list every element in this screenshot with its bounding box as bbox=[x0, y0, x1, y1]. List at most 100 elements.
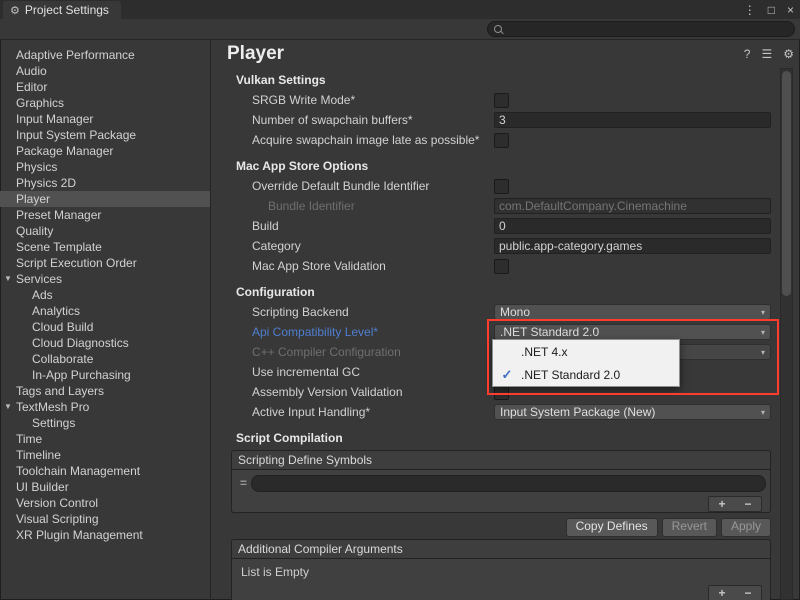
field-label: Scripting Backend bbox=[252, 305, 494, 319]
row-acquire-swapchain-late: Acquire swapchain image late as possible… bbox=[211, 130, 800, 150]
sidebar-item-package-manager[interactable]: Package Manager bbox=[0, 143, 210, 159]
field-label: Category bbox=[252, 239, 494, 253]
sidebar-item-label: Player bbox=[16, 192, 50, 206]
sidebar-item-input-manager[interactable]: Input Manager bbox=[0, 111, 210, 127]
row-bundle-identifier: Bundle Identifier bbox=[211, 196, 800, 216]
window-controls: ⋮ □ × bbox=[744, 0, 794, 19]
field-label: Assembly Version Validation bbox=[252, 385, 494, 399]
copy-defines-button[interactable]: Copy Defines bbox=[566, 518, 658, 537]
sidebar-item-time[interactable]: Time bbox=[0, 431, 210, 447]
sidebar-item-quality[interactable]: Quality bbox=[0, 223, 210, 239]
remove-icon[interactable]: − bbox=[744, 498, 751, 510]
window-tab-strip: ⚙ Project Settings ⋮ □ × bbox=[0, 0, 800, 19]
sidebar-item-version-control[interactable]: Version Control bbox=[0, 495, 210, 511]
row-build: Build bbox=[211, 216, 800, 236]
sidebar-item-ads[interactable]: Ads bbox=[0, 287, 210, 303]
define-symbol-input[interactable] bbox=[251, 475, 766, 492]
sidebar-item-label: Analytics bbox=[32, 304, 80, 318]
sidebar-item-timeline[interactable]: Timeline bbox=[0, 447, 210, 463]
remove-icon[interactable]: − bbox=[744, 587, 751, 599]
sidebar-item-tags-and-layers[interactable]: Tags and Layers bbox=[0, 383, 210, 399]
sidebar-item-in-app-purchasing[interactable]: In-App Purchasing bbox=[0, 367, 210, 383]
drag-handle-icon[interactable]: = bbox=[236, 476, 251, 490]
sidebar-item-graphics[interactable]: Graphics bbox=[0, 95, 210, 111]
sidebar-item-label: Input System Package bbox=[16, 128, 136, 142]
sidebar-item-label: Cloud Build bbox=[32, 320, 93, 334]
sidebar-item-preset-manager[interactable]: Preset Manager bbox=[0, 207, 210, 223]
sidebar-item-analytics[interactable]: Analytics bbox=[0, 303, 210, 319]
revert-button: Revert bbox=[662, 518, 717, 537]
mac-app-store-validation-checkbox[interactable] bbox=[494, 259, 509, 274]
sidebar-item-visual-scripting[interactable]: Visual Scripting bbox=[0, 511, 210, 527]
settings-gear-icon[interactable]: ⚙ bbox=[783, 47, 794, 61]
sidebar-item-ui-builder[interactable]: UI Builder bbox=[0, 479, 210, 495]
popup-option-net-standard-20[interactable]: ✓ .NET Standard 2.0 bbox=[493, 363, 679, 386]
presets-icon[interactable]: ☰ bbox=[761, 47, 772, 61]
bundle-identifier-input bbox=[494, 198, 771, 214]
api-compatibility-dropdown[interactable]: .NET Standard 2.0 ▾ bbox=[494, 324, 771, 340]
additional-compiler-arguments-list: Additional Compiler Arguments List is Em… bbox=[231, 539, 771, 600]
field-label: SRGB Write Mode* bbox=[252, 93, 494, 107]
popup-option-net-4x[interactable]: .NET 4.x bbox=[493, 340, 679, 363]
dropdown-value: Input System Package (New) bbox=[500, 405, 655, 419]
search-box[interactable] bbox=[487, 21, 795, 37]
sidebar-item-xr-plugin-management[interactable]: XR Plugin Management bbox=[0, 527, 210, 543]
sidebar-item-label: Script Execution Order bbox=[16, 256, 137, 270]
row-mac-app-store-validation: Mac App Store Validation bbox=[211, 256, 800, 276]
help-icon[interactable]: ? bbox=[744, 47, 751, 61]
tab-project-settings[interactable]: ⚙ Project Settings bbox=[3, 1, 121, 19]
add-icon[interactable]: + bbox=[718, 587, 725, 599]
build-input[interactable] bbox=[494, 218, 771, 234]
page-title: Player bbox=[227, 43, 284, 65]
sidebar-item-physics-2d[interactable]: Physics 2D bbox=[0, 175, 210, 191]
field-label: Api Compatibility Level* bbox=[252, 325, 494, 339]
field-label: Active Input Handling* bbox=[252, 405, 494, 419]
swapchain-buffers-input[interactable] bbox=[494, 112, 771, 128]
acquire-swapchain-late-checkbox[interactable] bbox=[494, 133, 509, 148]
override-bundle-identifier-checkbox[interactable] bbox=[494, 179, 509, 194]
scripting-backend-dropdown[interactable]: Mono ▾ bbox=[494, 304, 771, 320]
category-input[interactable] bbox=[494, 238, 771, 254]
sidebar-item-input-system-package[interactable]: Input System Package bbox=[0, 127, 210, 143]
sidebar-item-label: UI Builder bbox=[16, 480, 69, 494]
srgb-write-mode-checkbox[interactable] bbox=[494, 93, 509, 108]
sidebar-item-label: Scene Template bbox=[16, 240, 102, 254]
add-icon[interactable]: + bbox=[718, 498, 725, 510]
vertical-scrollbar[interactable] bbox=[780, 68, 793, 600]
sidebar-item-tmp-settings[interactable]: Settings bbox=[0, 415, 210, 431]
sidebar-item-label: Toolchain Management bbox=[16, 464, 140, 478]
sidebar-item-cloud-build[interactable]: Cloud Build bbox=[0, 319, 210, 335]
section-script-compilation: Script Compilation bbox=[211, 428, 800, 448]
scripting-define-symbols-list: Scripting Define Symbols = + − bbox=[231, 450, 771, 513]
sidebar-item-label: Physics bbox=[16, 160, 57, 174]
sidebar-item-cloud-diagnostics[interactable]: Cloud Diagnostics bbox=[0, 335, 210, 351]
foldout-arrow-icon[interactable]: ▼ bbox=[2, 271, 14, 287]
sidebar-item-textmesh-pro[interactable]: ▼TextMesh Pro bbox=[0, 399, 210, 415]
popup-option-label: .NET 4.x bbox=[521, 345, 567, 359]
sidebar-item-physics[interactable]: Physics bbox=[0, 159, 210, 175]
sidebar-item-collaborate[interactable]: Collaborate bbox=[0, 351, 210, 367]
sidebar-item-player[interactable]: Player bbox=[0, 191, 210, 207]
sidebar-item-label: XR Plugin Management bbox=[16, 528, 143, 542]
sidebar-item-services[interactable]: ▼Services bbox=[0, 271, 210, 287]
sidebar-item-label: Preset Manager bbox=[16, 208, 101, 222]
section-configuration: Configuration bbox=[211, 282, 800, 302]
sidebar-item-audio[interactable]: Audio bbox=[0, 63, 210, 79]
list-header: Scripting Define Symbols bbox=[232, 451, 770, 470]
foldout-arrow-icon[interactable]: ▼ bbox=[2, 399, 14, 415]
maximize-icon[interactable]: □ bbox=[768, 3, 775, 17]
sidebar-item-label: Version Control bbox=[16, 496, 98, 510]
window-menu-icon[interactable]: ⋮ bbox=[744, 3, 756, 17]
close-icon[interactable]: × bbox=[787, 3, 794, 17]
sidebar-item-script-execution-order[interactable]: Script Execution Order bbox=[0, 255, 210, 271]
sidebar-item-scene-template[interactable]: Scene Template bbox=[0, 239, 210, 255]
sidebar-item-editor[interactable]: Editor bbox=[0, 79, 210, 95]
active-input-handling-dropdown[interactable]: Input System Package (New) ▾ bbox=[494, 404, 771, 420]
sidebar-item-toolchain-management[interactable]: Toolchain Management bbox=[0, 463, 210, 479]
scrollbar-thumb[interactable] bbox=[782, 71, 791, 296]
search-input[interactable] bbox=[502, 23, 790, 35]
list-footer: + − bbox=[232, 585, 770, 600]
sidebar-item-adaptive-performance[interactable]: Adaptive Performance bbox=[0, 47, 210, 63]
field-label: Bundle Identifier bbox=[252, 199, 494, 213]
popup-option-label: .NET Standard 2.0 bbox=[521, 368, 620, 382]
